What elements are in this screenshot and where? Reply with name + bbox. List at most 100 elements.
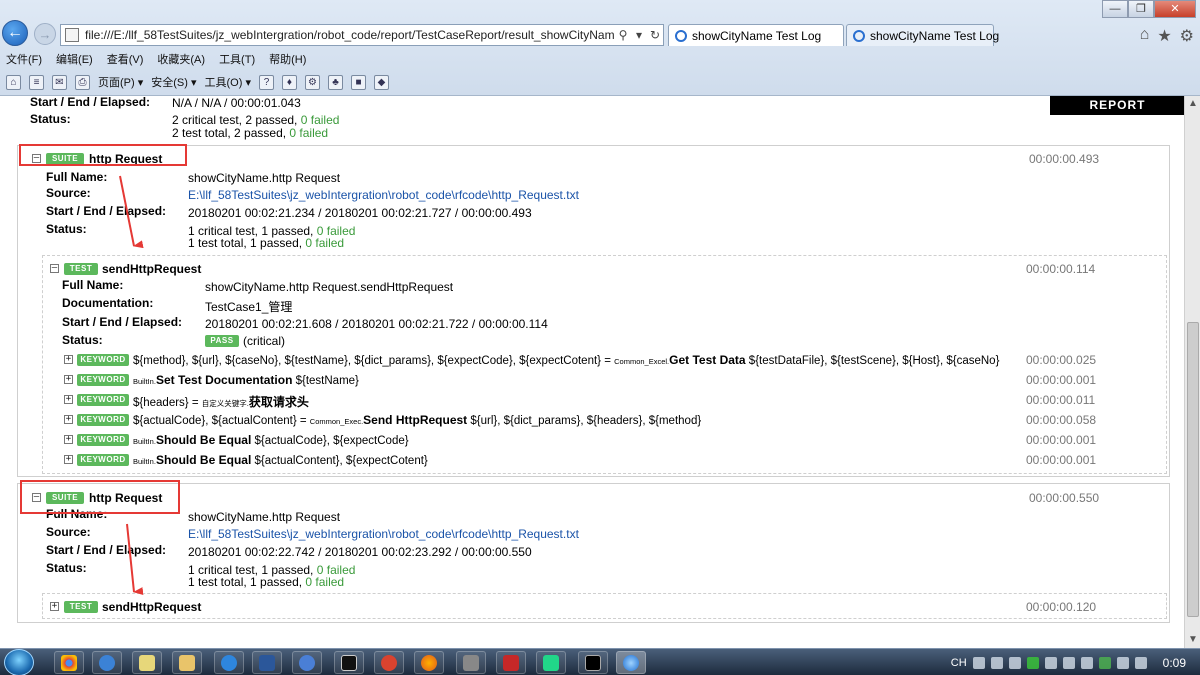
- addon-icon[interactable]: ♦: [281, 74, 297, 90]
- expand-toggle[interactable]: +: [64, 455, 73, 464]
- chrome-app-icon[interactable]: [54, 651, 84, 674]
- addon-icon[interactable]: ■: [350, 74, 366, 90]
- source-label: Source:: [46, 525, 91, 539]
- browser-top-icons: ⌂ ★ ⚙: [1140, 26, 1194, 46]
- expand-toggle[interactable]: +: [64, 355, 73, 364]
- wechat-icon[interactable]: [1098, 656, 1111, 669]
- keyword-elapsed: 00:00:00.001: [1026, 433, 1097, 447]
- print-icon[interactable]: ⎙: [75, 74, 90, 90]
- settings-icon[interactable]: ⚙: [304, 74, 320, 90]
- menu-edit[interactable]: 编辑(E): [56, 51, 93, 67]
- search-icon[interactable]: ⚲: [615, 28, 631, 42]
- firefox-app-icon[interactable]: [414, 651, 444, 674]
- network-icon[interactable]: [1044, 656, 1057, 669]
- gear-icon[interactable]: ⚙: [1180, 26, 1194, 46]
- forward-button[interactable]: →: [34, 23, 56, 45]
- keyword-badge: KEYWORD: [77, 354, 129, 366]
- scroll-down-icon[interactable]: ▼: [1185, 632, 1200, 648]
- source-link[interactable]: E:\llf_58TestSuites\jz_webIntergration\r…: [188, 188, 579, 202]
- close-button[interactable]: ✕: [1154, 0, 1196, 18]
- battery-icon[interactable]: [1116, 656, 1129, 669]
- tray-icon[interactable]: [990, 656, 1003, 669]
- scroll-thumb[interactable]: [1187, 322, 1199, 617]
- tab-label: showCityName Test Log: [692, 28, 822, 43]
- menu-view[interactable]: 查看(V): [107, 51, 144, 67]
- tab-inactive[interactable]: showCityName Test Log: [846, 24, 999, 46]
- refresh-icon[interactable]: ↻: [647, 28, 663, 42]
- test-badge: TEST: [64, 601, 98, 613]
- test-title[interactable]: sendHttpRequest: [102, 262, 201, 276]
- favorites-star-icon[interactable]: ★: [1157, 26, 1171, 46]
- app-icon[interactable]: [496, 651, 526, 674]
- minimize-button[interactable]: —: [1102, 0, 1128, 18]
- notepad-app-icon[interactable]: [132, 651, 162, 674]
- app-icon[interactable]: [292, 651, 322, 674]
- address-url[interactable]: file:///E:/llf_58TestSuites/jz_webInterg…: [85, 28, 615, 42]
- documentation-value: TestCase1_管理: [205, 300, 293, 314]
- volume-icon[interactable]: [1134, 656, 1147, 669]
- tray-icon[interactable]: [1026, 656, 1039, 669]
- test-panel: [42, 593, 1167, 619]
- dropdown-icon[interactable]: ▾: [631, 28, 647, 42]
- address-bar[interactable]: file:///E:/llf_58TestSuites/jz_webInterg…: [60, 24, 664, 46]
- expand-toggle[interactable]: +: [50, 602, 59, 611]
- menu-favorites[interactable]: 收藏夹(A): [157, 51, 205, 67]
- page-file-icon: [65, 28, 79, 42]
- keyboard-icon[interactable]: [972, 656, 985, 669]
- keyword-elapsed: 00:00:00.011: [1026, 393, 1096, 407]
- addon-icon[interactable]: ♣: [327, 74, 343, 90]
- menu-file[interactable]: 文件(F): [6, 51, 42, 67]
- tray-icon[interactable]: [1062, 656, 1075, 669]
- app-icon[interactable]: [214, 651, 244, 674]
- page-menu[interactable]: 页面(P) ▾: [98, 74, 143, 90]
- back-button[interactable]: ←: [2, 20, 28, 46]
- keyword-elapsed: 00:00:00.058: [1026, 413, 1097, 427]
- start-end-label: Start / End / Elapsed:: [30, 96, 151, 109]
- app-icon[interactable]: [374, 651, 404, 674]
- status-line-1: 2 critical test, 2 passed, 0 failed: [172, 113, 340, 127]
- browser-chrome: ← → file:///E:/llf_58TestSuites/jz_webIn…: [0, 0, 1200, 96]
- keyword-text: ${headers} = 自定义关键字.获取请求头: [133, 395, 309, 409]
- feeds-icon[interactable]: ≡: [29, 74, 44, 90]
- menu-tools[interactable]: 工具(T): [219, 51, 255, 67]
- source-link[interactable]: E:\llf_58TestSuites\jz_webIntergration\r…: [188, 527, 579, 541]
- safety-menu[interactable]: 安全(S) ▾: [151, 74, 196, 90]
- status-label: Status:: [46, 222, 87, 236]
- expand-toggle[interactable]: +: [64, 375, 73, 384]
- start-button[interactable]: [4, 649, 34, 675]
- documentation-label: Documentation:: [62, 296, 154, 310]
- mail-icon[interactable]: ✉: [52, 74, 67, 90]
- restore-button[interactable]: ❐: [1128, 0, 1154, 18]
- ide-app-icon[interactable]: [334, 651, 364, 674]
- ie-app-icon[interactable]: [616, 651, 646, 674]
- expand-toggle[interactable]: +: [64, 395, 73, 404]
- keyword-badge: KEYWORD: [77, 414, 129, 426]
- home-icon[interactable]: ⌂: [6, 74, 21, 90]
- explorer-app-icon[interactable]: [172, 651, 202, 674]
- scroll-up-icon[interactable]: ▲: [1185, 96, 1200, 112]
- menu-help[interactable]: 帮助(H): [269, 51, 306, 67]
- tools-menu[interactable]: 工具(O) ▾: [205, 74, 251, 90]
- pycharm-app-icon[interactable]: [536, 651, 566, 674]
- language-indicator[interactable]: CH: [951, 657, 967, 669]
- pass-badge: PASS: [205, 335, 239, 347]
- vertical-scrollbar[interactable]: ▲ ▼: [1184, 96, 1200, 648]
- addon-icon[interactable]: ◆: [373, 74, 389, 90]
- tray-icon[interactable]: [1008, 656, 1021, 669]
- home-icon[interactable]: ⌂: [1140, 26, 1150, 46]
- keyword-text: ${actualCode}, ${actualContent} = Common…: [133, 413, 702, 427]
- cmd-app-icon[interactable]: [578, 651, 608, 674]
- app-icon[interactable]: [456, 651, 486, 674]
- tab-active[interactable]: showCityName Test Log: [668, 24, 844, 46]
- expand-toggle[interactable]: +: [64, 415, 73, 424]
- help-icon[interactable]: ?: [258, 74, 274, 90]
- full-name-value: showCityName.http Request: [188, 510, 341, 524]
- collapse-toggle[interactable]: –: [50, 264, 59, 273]
- report-button[interactable]: REPORT: [1050, 96, 1184, 115]
- tray-icon[interactable]: [1080, 656, 1093, 669]
- sogou-app-icon[interactable]: [92, 651, 122, 674]
- expand-toggle[interactable]: +: [64, 435, 73, 444]
- clock[interactable]: 0:09: [1163, 656, 1186, 670]
- test-title[interactable]: sendHttpRequest: [102, 600, 201, 614]
- word-app-icon[interactable]: [252, 651, 282, 674]
